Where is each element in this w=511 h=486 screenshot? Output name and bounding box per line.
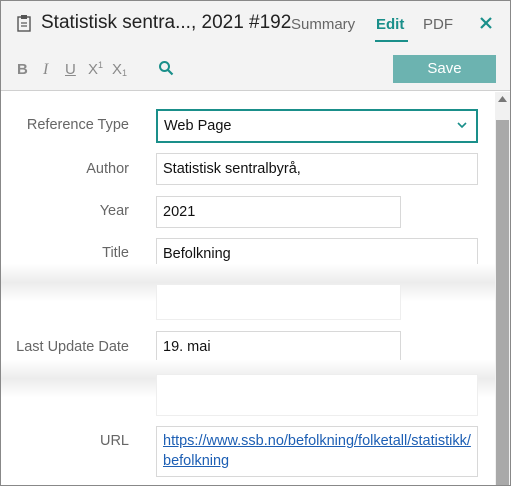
url-field[interactable]: https://www.ssb.no/befolkning/folketall/… [156,426,478,477]
scrollbar-thumb[interactable] [496,120,509,485]
tab-summary[interactable]: Summary [291,16,355,33]
reference-form: Reference Type Web Page Author Statistis… [1,92,495,485]
faded-field[interactable] [156,284,401,320]
subscript-base: X [112,61,123,78]
faded-field[interactable] [156,374,478,416]
last-update-date-value: 19. mai [163,339,211,355]
close-icon[interactable] [477,14,495,32]
tab-edit[interactable]: Edit [376,16,404,33]
active-tab-indicator [375,40,408,42]
last-update-date-label: Last Update Date [16,339,129,355]
author-field[interactable]: Statistisk sentralbyrå, [156,153,478,185]
url-link[interactable]: https://www.ssb.no/befolkning/folketall/… [163,433,471,469]
subscript-mark: 1 [122,68,128,78]
search-icon[interactable] [158,60,174,76]
scroll-up-arrow-icon[interactable] [498,96,507,102]
underline-button[interactable]: U [65,61,76,78]
tab-pdf[interactable]: PDF [423,16,453,33]
year-field[interactable]: 2021 [156,196,401,228]
reference-title: Statistisk sentra..., 2021 #192 [41,12,292,33]
editor-header: Statistisk sentra..., 2021 #192 Summary … [1,1,510,49]
superscript-button[interactable]: X1 [88,60,104,78]
formatting-toolbar: B I U X1 X1 Save [1,49,510,91]
reference-type-label: Reference Type [26,117,129,133]
save-button[interactable]: Save [393,55,496,83]
title-label: Title [102,245,129,261]
reference-editor-window: Statistisk sentra..., 2021 #192 Summary … [0,0,511,486]
last-update-date-field[interactable]: 19. mai [156,331,401,363]
url-label: URL [99,433,129,449]
superscript-mark: 1 [98,60,104,70]
year-value: 2021 [163,204,196,220]
author-label: Author [86,161,129,177]
title-value: Befolkning [163,246,231,262]
vertical-scrollbar[interactable] [495,92,510,485]
year-label: Year [99,203,129,219]
superscript-base: X [88,61,99,78]
reference-type-select[interactable]: Web Page [156,109,478,143]
author-value: Statistisk sentralbyrå, [163,161,301,177]
subscript-button[interactable]: X1 [112,61,127,78]
chevron-down-icon [457,122,467,129]
italic-button[interactable]: I [43,61,48,79]
bold-button[interactable]: B [17,61,28,78]
clipboard-icon [17,15,31,32]
reference-type-value: Web Page [164,118,232,134]
